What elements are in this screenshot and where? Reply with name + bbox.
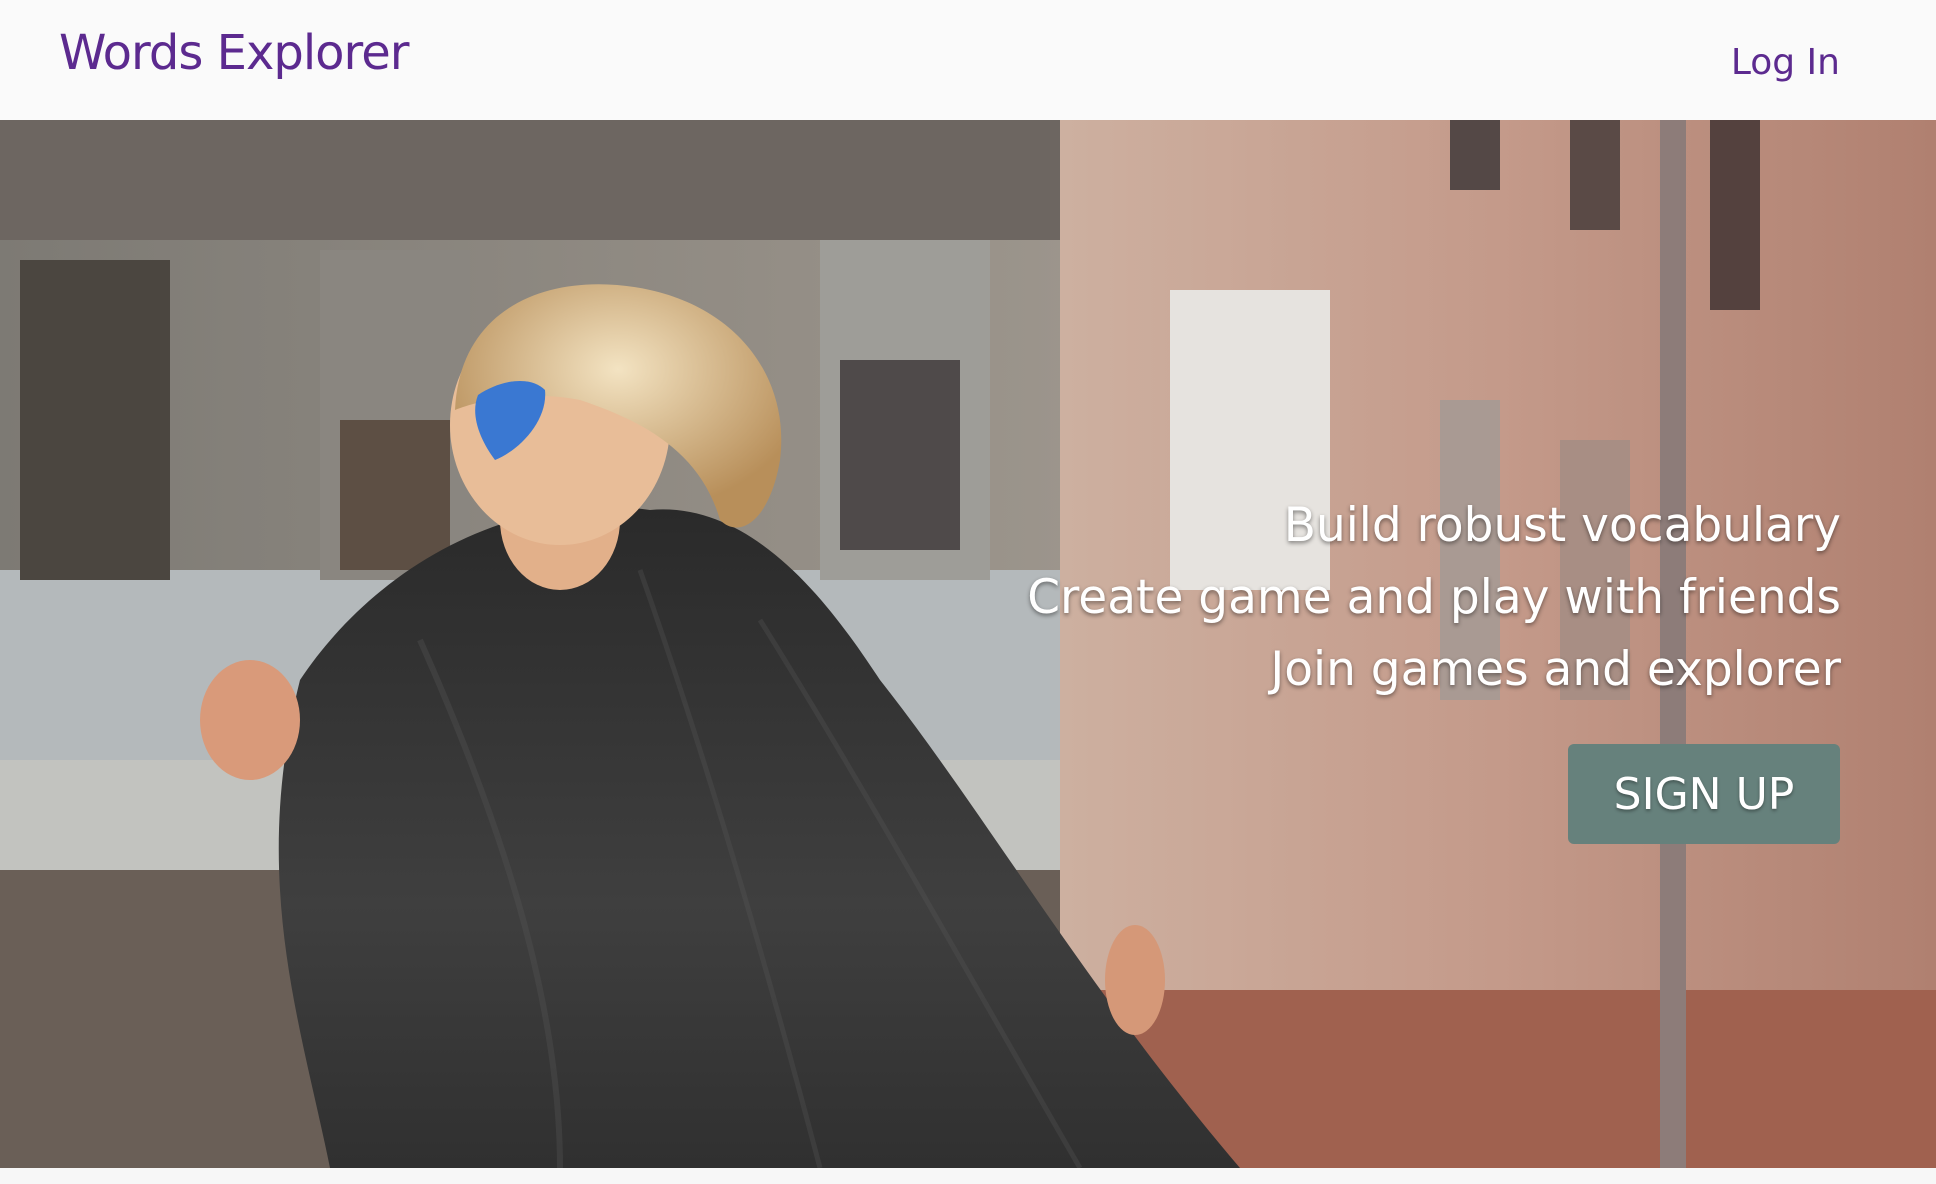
tagline-join-games: Join games and explorer xyxy=(1270,642,1841,697)
page-bottom-strip xyxy=(0,1168,1936,1184)
tagline-create-game: Create game and play with friends xyxy=(1027,570,1841,625)
signup-button[interactable]: SIGN UP xyxy=(1568,744,1840,844)
login-link[interactable]: Log In xyxy=(1731,42,1840,83)
hero-section: Build robust vocabulary Create game and … xyxy=(0,120,1936,1168)
top-navbar: Words Explorer Log In xyxy=(0,0,1936,120)
brand-link[interactable]: Words Explorer xyxy=(59,25,409,81)
hero-taglines: Build robust vocabulary Create game and … xyxy=(1027,490,1841,706)
tagline-vocabulary: Build robust vocabulary xyxy=(1283,498,1841,553)
